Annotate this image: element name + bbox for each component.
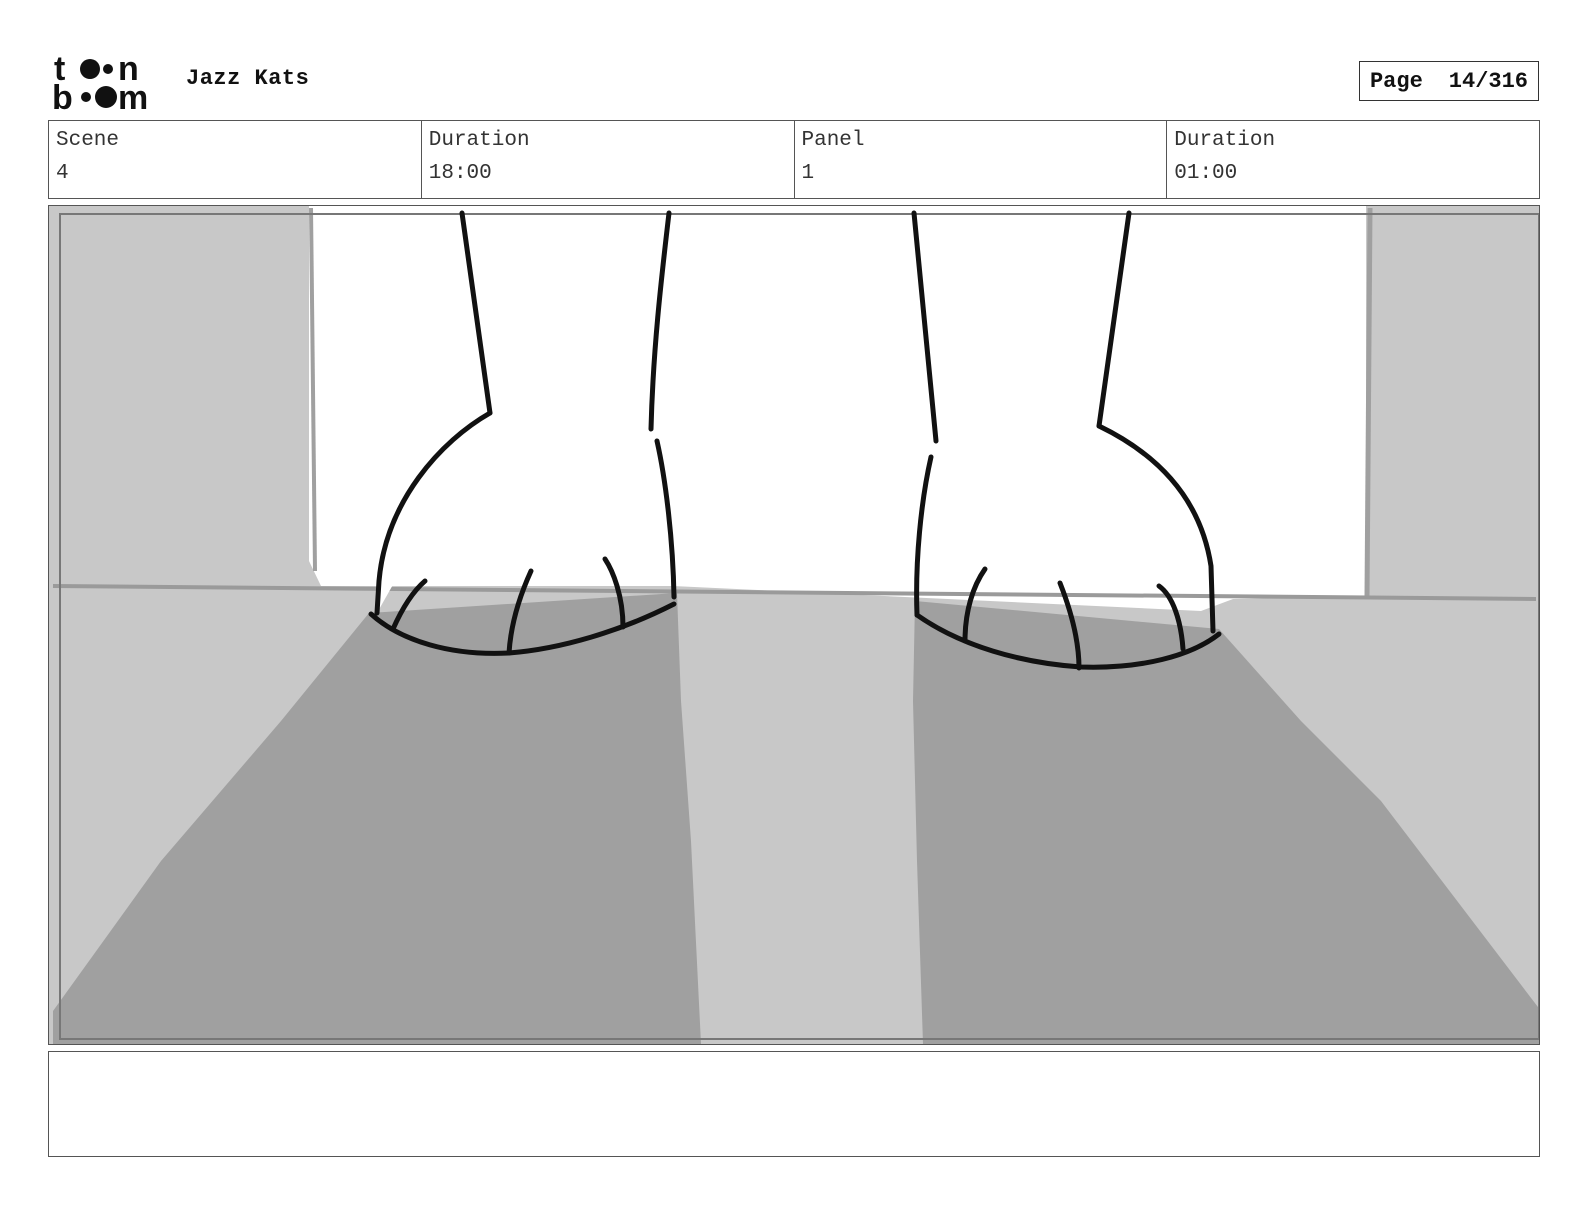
panel-duration-value: 01:00 (1174, 162, 1238, 185)
panel-value: 1 (801, 162, 815, 185)
panel-cell: Panel 1 (795, 121, 1168, 198)
svg-text:b: b (52, 79, 73, 112)
panel-sketch (49, 206, 1539, 1044)
svg-text:m: m (118, 79, 148, 112)
panel-label: Panel (801, 129, 865, 152)
scene-duration-cell: Duration 18:00 (422, 121, 795, 198)
panel-notes-box (48, 1051, 1540, 1157)
scene-duration-label: Duration (428, 129, 530, 152)
panel-duration-label: Duration (1174, 129, 1276, 152)
project-title: Jazz Kats (186, 66, 310, 91)
page-label: Page (1369, 68, 1423, 94)
scene-info-table: Scene 4 Duration 18:00 Panel 1 Duration … (48, 120, 1540, 199)
scene-duration-value: 18:00 (428, 162, 492, 185)
toon-boom-logo: t n b m (52, 52, 148, 112)
storyboard-panel (48, 205, 1540, 1045)
page-indicator: Page 14/316 (1359, 61, 1539, 101)
panel-duration-cell: Duration 01:00 (1167, 121, 1539, 198)
scene-value: 4 (56, 162, 69, 185)
scene-label: Scene (56, 129, 120, 152)
page-number: 14/316 (1448, 68, 1529, 94)
scene-cell: Scene 4 (49, 121, 422, 198)
